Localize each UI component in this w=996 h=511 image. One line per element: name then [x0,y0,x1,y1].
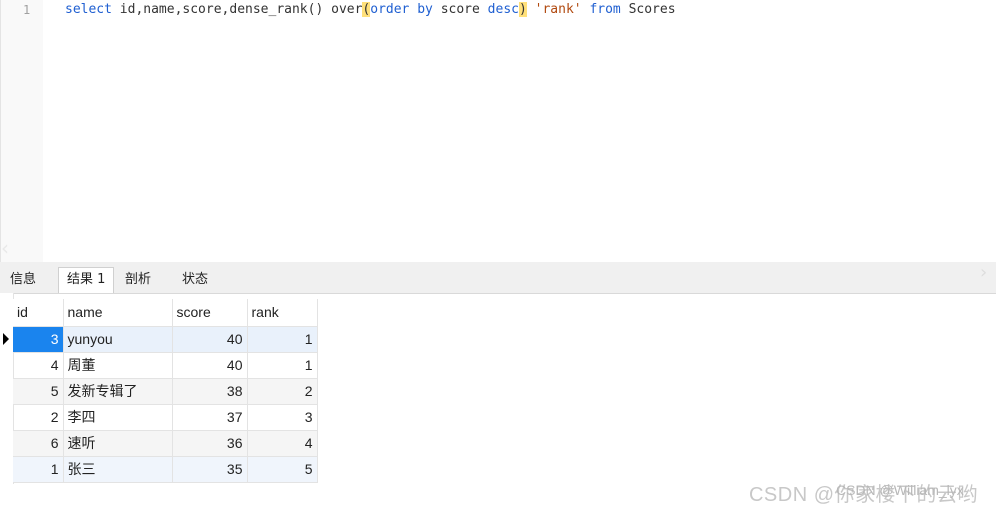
result-grid[interactable]: id name score rank 3 yunyou 40 1 4 周董 40… [13,299,318,483]
cell-score[interactable]: 36 [172,430,248,457]
code-table-name: Scores [620,2,676,17]
table-row[interactable]: 6 速听 36 4 [13,430,318,457]
column-header-rank[interactable]: rank [247,299,318,327]
cell-score[interactable]: 37 [172,404,248,431]
cell-rank[interactable]: 4 [247,430,318,457]
line-gutter: 1 [1,0,43,262]
current-row-arrow-icon [3,333,9,345]
cell-name[interactable]: 发新专辑了 [63,378,173,405]
sql-editor[interactable]: 1 select id,name,score,dense_rank() over… [0,0,996,262]
cell-score[interactable]: 38 [172,378,248,405]
row-header-column [0,293,14,484]
cell-rank[interactable]: 5 [247,456,318,483]
cell-name[interactable]: 张三 [63,456,173,483]
tab-status[interactable]: 状态 [174,268,216,292]
cell-id[interactable]: 3 [13,326,64,353]
cell-id[interactable]: 1 [13,456,64,483]
column-header-score[interactable]: score [172,299,248,327]
table-row[interactable]: 2 李四 37 3 [13,404,318,431]
cell-score[interactable]: 40 [172,352,248,379]
code-order-by: order by [370,2,433,17]
column-header-id[interactable]: id [13,299,64,327]
table-row[interactable]: 3 yunyou 40 1 [13,326,318,353]
cell-rank[interactable]: 3 [247,404,318,431]
scroll-left-icon: ‹ [1,236,9,260]
table-row[interactable]: 1 张三 35 5 [13,456,318,483]
tab-result-1[interactable]: 结果 1 [58,267,115,293]
cell-score[interactable]: 35 [172,456,248,483]
tab-profile[interactable]: 剖析 [117,268,159,292]
code-close-paren: ) [518,2,527,17]
line-number: 1 [23,3,31,17]
cell-id[interactable]: 5 [13,378,64,405]
cell-id[interactable]: 6 [13,430,64,457]
code-from: from [589,2,621,17]
cell-name[interactable]: 速听 [63,430,173,457]
code-score: score [432,2,488,17]
table-row[interactable]: 4 周董 40 1 [13,352,318,379]
cell-id[interactable]: 4 [13,352,64,379]
cell-rank[interactable]: 1 [247,326,318,353]
cell-rank[interactable]: 2 [247,378,318,405]
cell-rank[interactable]: 1 [247,352,318,379]
code-alias-string: 'rank' [534,2,582,17]
code-select-list: id,name,score,dense_rank() over [111,2,363,17]
code-select-keyword: select [65,2,112,17]
sql-code-line[interactable]: select id,name,score,dense_rank() over(o… [65,2,676,17]
tab-info[interactable]: 信息 [2,268,44,292]
column-header-name[interactable]: name [63,299,173,327]
cell-score[interactable]: 40 [172,326,248,353]
cell-id[interactable]: 2 [13,404,64,431]
code-desc: desc [487,2,519,17]
grid-header-row: id name score rank [13,299,318,327]
csdn-watermark-overlay: CSDN @William_lyx [836,482,964,498]
cell-name[interactable]: 李四 [63,404,173,431]
code-select-clause: select id,name,score,dense_rank() over [65,2,362,17]
scroll-right-icon: › [980,262,988,283]
cell-name[interactable]: 周董 [63,352,173,379]
table-row[interactable]: 5 发新专辑了 38 2 [13,378,318,405]
result-tabbar: 信息 结果 1 剖析 状态 [0,266,996,294]
cell-name[interactable]: yunyou [63,326,173,353]
